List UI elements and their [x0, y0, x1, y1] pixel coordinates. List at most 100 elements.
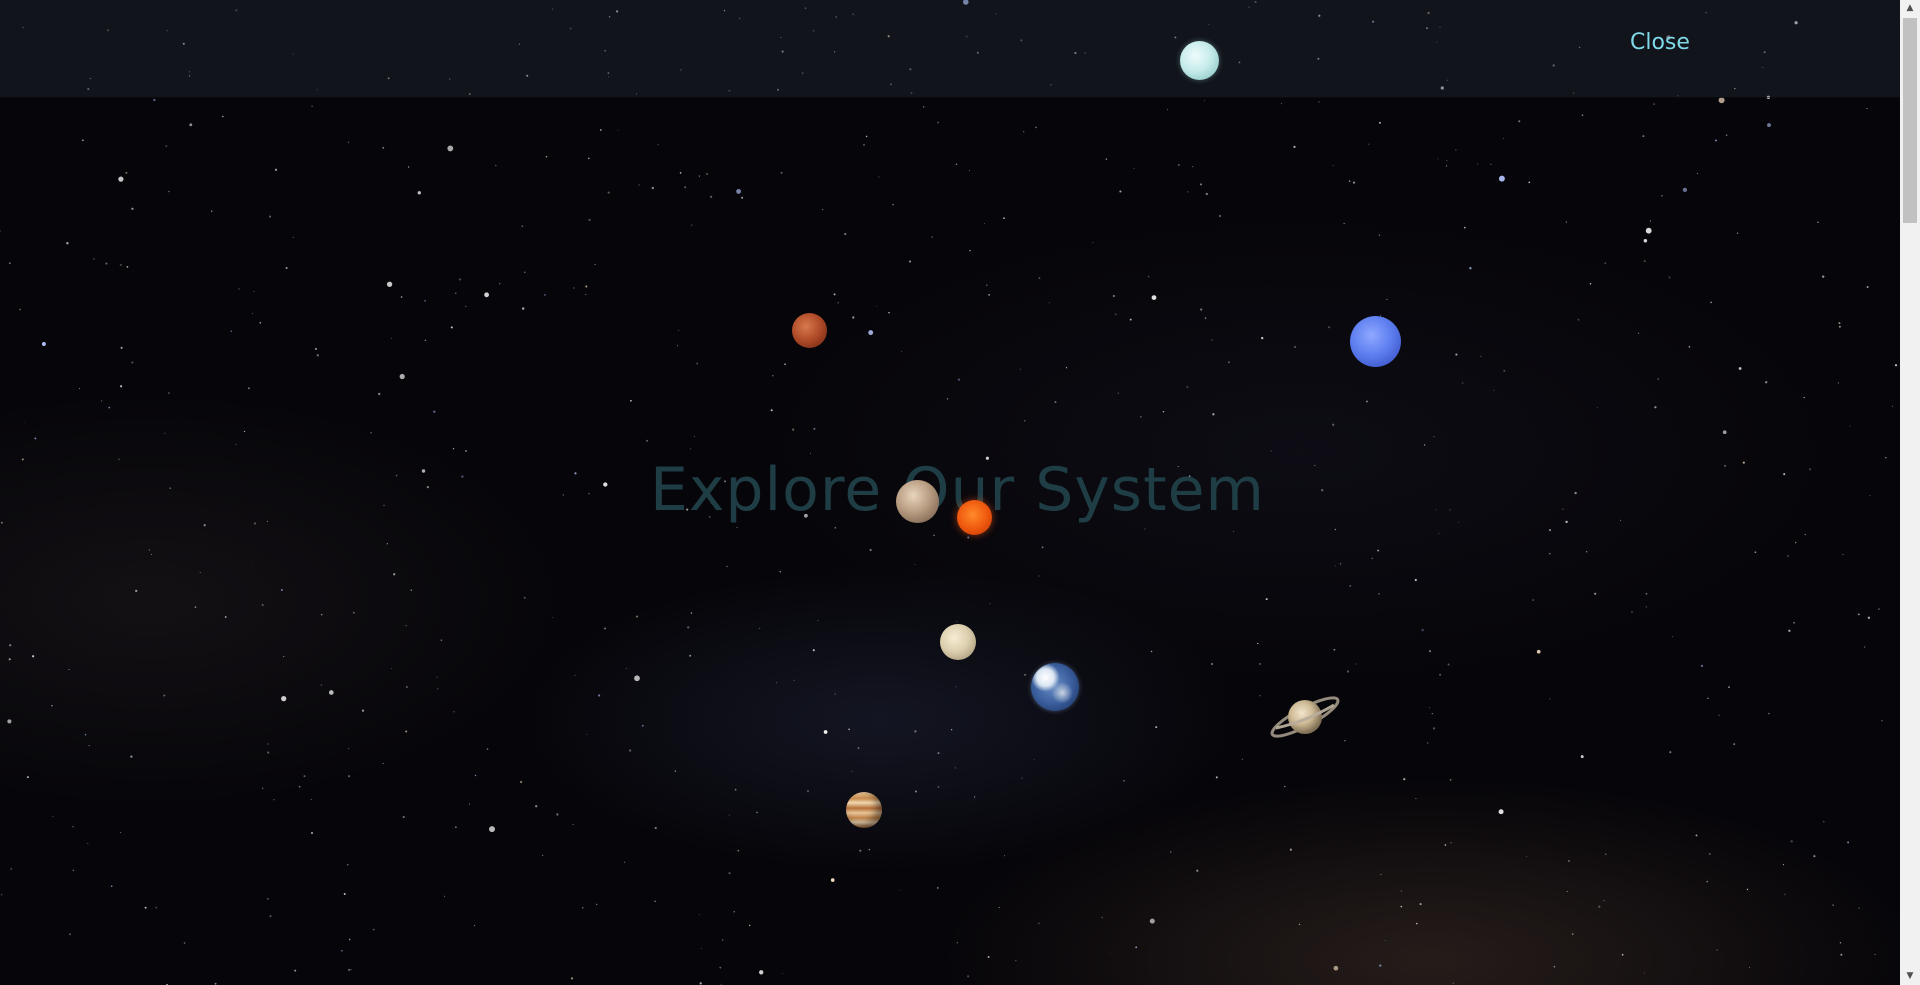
- star: [1881, 719, 1883, 722]
- star: [1725, 134, 1728, 136]
- star: [1645, 227, 1652, 234]
- star: [737, 849, 740, 852]
- star: [458, 278, 462, 281]
- star: [572, 823, 574, 825]
- star: [892, 204, 894, 206]
- star: [253, 290, 255, 293]
- star: [81, 139, 84, 142]
- venus-icon[interactable]: [940, 624, 976, 660]
- star: [266, 897, 269, 900]
- star: [211, 210, 213, 212]
- star: [1490, 163, 1492, 165]
- star: [316, 354, 319, 357]
- mars-icon[interactable]: [792, 313, 827, 348]
- star: [1228, 361, 1230, 364]
- star: [728, 814, 730, 816]
- star: [168, 392, 170, 394]
- star: [1334, 528, 1337, 531]
- star: [1352, 181, 1356, 184]
- earth-icon[interactable]: [1031, 663, 1079, 711]
- star: [946, 398, 949, 400]
- star: [599, 129, 602, 131]
- star: [382, 146, 385, 149]
- neptune-icon[interactable]: [1350, 316, 1401, 367]
- star: [1114, 313, 1117, 316]
- star: [348, 141, 350, 143]
- star: [155, 906, 157, 909]
- star: [410, 589, 412, 591]
- star: [687, 626, 690, 629]
- star: [489, 826, 495, 833]
- close-button[interactable]: Close: [1630, 30, 1690, 55]
- vertical-scrollbar[interactable]: ▲ ▼: [1900, 0, 1920, 985]
- star: [1150, 650, 1153, 653]
- star: [1765, 381, 1768, 384]
- star: [813, 427, 816, 430]
- star: [1586, 551, 1588, 553]
- star: [1847, 841, 1850, 844]
- sun-icon[interactable]: [957, 500, 992, 535]
- star: [353, 611, 355, 614]
- star: [623, 861, 626, 864]
- star: [268, 215, 272, 218]
- star: [1038, 277, 1041, 279]
- star: [654, 900, 656, 903]
- star: [486, 748, 489, 750]
- star: [131, 361, 134, 364]
- star: [23, 422, 25, 424]
- scroll-down-icon[interactable]: ▼: [1900, 968, 1920, 985]
- star: [1645, 593, 1648, 595]
- star: [1566, 890, 1568, 892]
- star: [1199, 183, 1203, 186]
- star: [1644, 972, 1646, 974]
- star: [1054, 401, 1057, 403]
- star: [678, 329, 680, 331]
- star: [914, 564, 916, 566]
- star: [1177, 163, 1180, 167]
- star: [1710, 301, 1712, 304]
- star: [1643, 238, 1648, 243]
- star: [341, 950, 343, 952]
- mercury-icon[interactable]: [896, 480, 939, 523]
- star: [1643, 260, 1646, 263]
- star: [630, 399, 632, 402]
- star: [937, 786, 940, 788]
- star: [1696, 172, 1698, 175]
- star: [1840, 953, 1843, 956]
- star: [1212, 413, 1215, 416]
- star: [1455, 149, 1457, 151]
- star: [311, 832, 313, 834]
- uranus-icon[interactable]: [1180, 41, 1219, 80]
- star: [1553, 965, 1556, 968]
- saturn-icon[interactable]: [1266, 692, 1344, 742]
- star: [473, 924, 476, 927]
- star: [1259, 694, 1261, 697]
- scroll-up-icon[interactable]: ▲: [1900, 0, 1920, 17]
- star: [1447, 663, 1450, 666]
- star: [214, 982, 217, 985]
- star: [110, 885, 113, 887]
- star: [1866, 107, 1868, 110]
- star: [1746, 888, 1749, 891]
- scrollbar-thumb[interactable]: [1903, 18, 1917, 223]
- star: [399, 373, 405, 380]
- star: [1366, 400, 1368, 403]
- star: [878, 176, 880, 178]
- star: [956, 621, 958, 623]
- star: [522, 307, 525, 310]
- star: [1604, 262, 1607, 265]
- jupiter-icon[interactable]: [846, 792, 882, 828]
- star: [1838, 325, 1841, 328]
- star: [955, 686, 957, 688]
- star: [922, 106, 925, 108]
- star: [909, 260, 911, 263]
- star: [1123, 779, 1125, 782]
- star: [741, 196, 744, 199]
- star: [677, 345, 678, 347]
- star: [165, 145, 168, 148]
- star: [311, 105, 313, 107]
- star: [1787, 555, 1789, 557]
- star: [1204, 317, 1207, 319]
- star: [914, 790, 917, 793]
- star: [698, 175, 700, 177]
